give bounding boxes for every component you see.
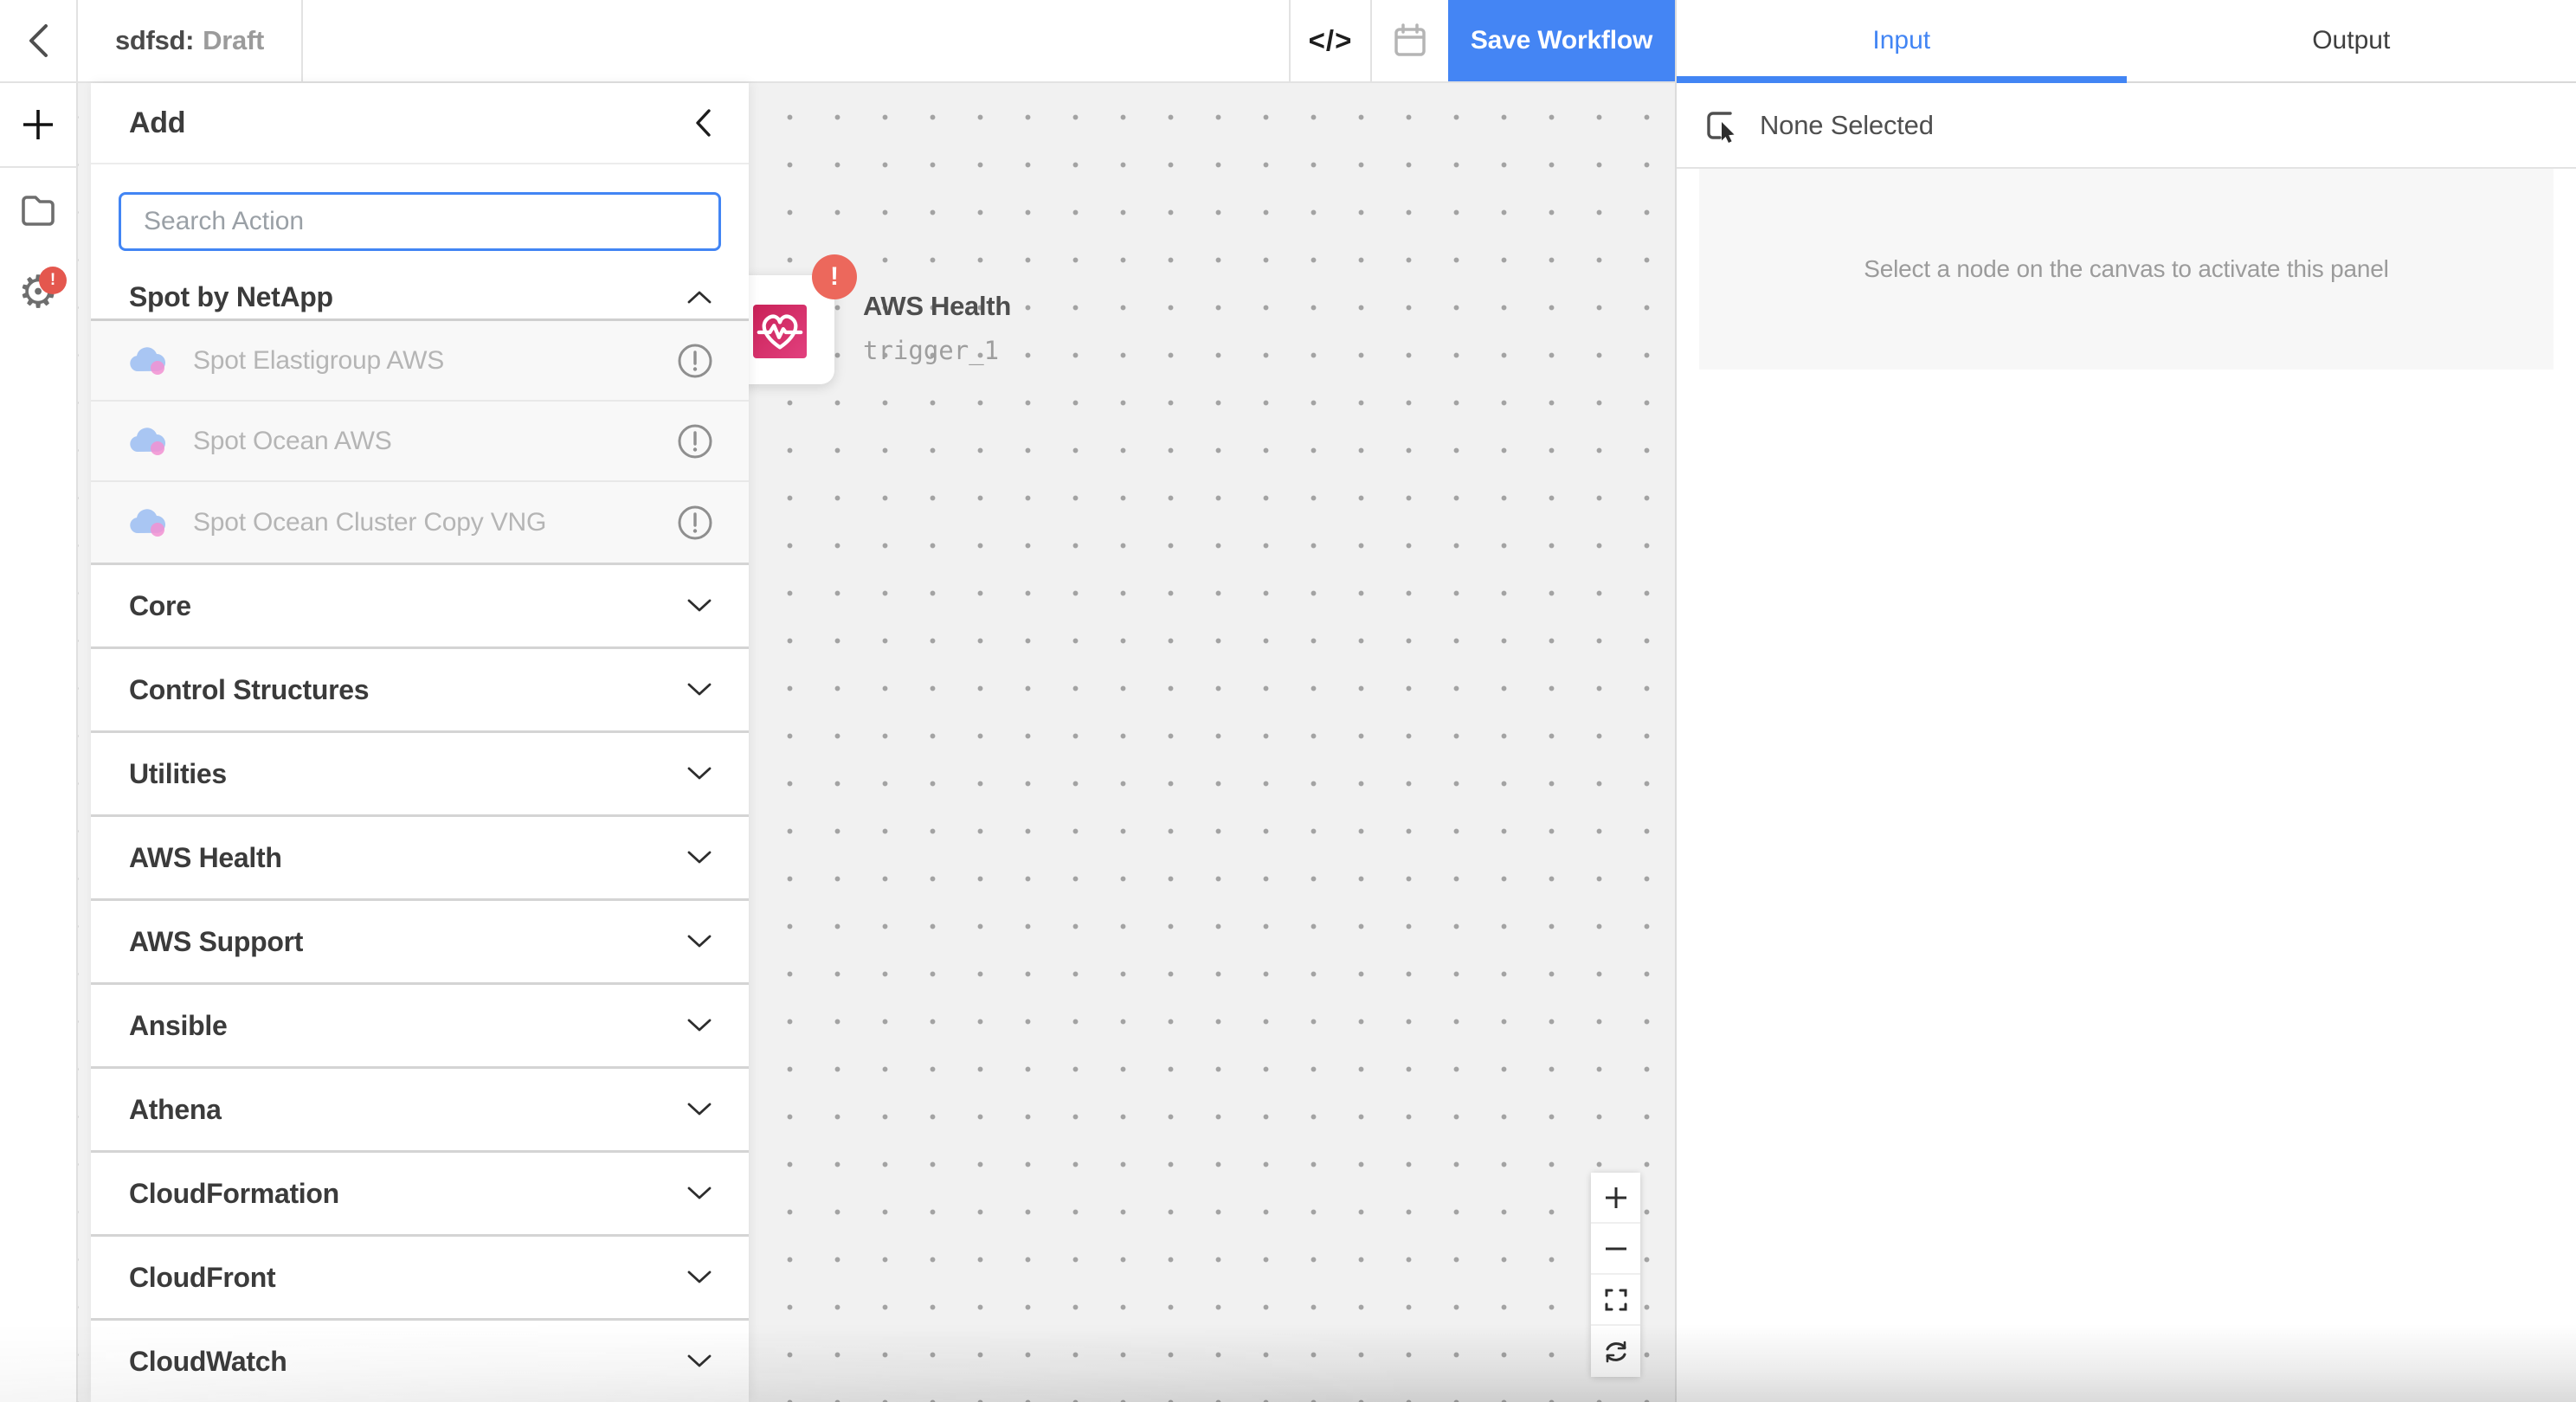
node-id: trigger_1 — [863, 336, 999, 365]
add-actions-panel: Add Spot by NetApp — [91, 83, 749, 1402]
section-aws-support[interactable]: AWS Support — [91, 898, 749, 982]
section-athena[interactable]: Athena — [91, 1066, 749, 1150]
section-title: Core — [129, 590, 191, 622]
minus-icon — [1603, 1236, 1629, 1262]
chevron-down-icon — [686, 1354, 712, 1369]
chevron-down-icon — [686, 1018, 712, 1033]
zoom-out-button[interactable] — [1591, 1224, 1640, 1275]
settings-alert-badge: ! — [39, 267, 67, 294]
save-workflow-button[interactable]: Save Workflow — [1448, 0, 1675, 81]
left-column: sdfsd: Draft </> Save Workflow — [0, 0, 1675, 1402]
section-title: AWS Health — [129, 842, 282, 874]
section-title: CloudFront — [129, 1262, 275, 1294]
list-item-spot-ocean-aws[interactable]: Spot Ocean AWS — [91, 402, 749, 482]
section-cloudfront[interactable]: CloudFront — [91, 1234, 749, 1318]
search-action-input[interactable] — [119, 192, 721, 251]
chevron-down-icon — [686, 934, 712, 949]
section-spot-by-netapp[interactable]: Spot by NetApp — [91, 275, 749, 318]
chevron-down-icon — [686, 1102, 712, 1117]
warning-circle-icon — [676, 342, 714, 380]
section-title: CloudWatch — [129, 1346, 287, 1378]
list-item-label: Spot Ocean AWS — [193, 427, 676, 456]
chevron-down-icon — [686, 1186, 712, 1201]
warning-circle-icon — [676, 504, 714, 542]
schedule-button[interactable] — [1370, 0, 1448, 81]
folder-icon — [19, 192, 57, 227]
plus-icon — [1603, 1185, 1629, 1211]
workflow-title: sdfsd: Draft — [78, 0, 303, 81]
section-title: Ansible — [129, 1010, 227, 1042]
list-item-label: Spot Elastigroup AWS — [193, 346, 676, 376]
workflows-folder-button[interactable] — [0, 168, 77, 251]
inspector-panel: Input Output None Selected Select a node… — [1675, 0, 2576, 1402]
workspace: ⚙ ! Add Spot — [0, 83, 1675, 1402]
add-panel-title: Add — [129, 106, 185, 140]
new-workflow-button[interactable] — [0, 83, 77, 166]
section-core[interactable]: Core — [91, 563, 749, 646]
workflow-canvas[interactable]: Add Spot by NetApp — [78, 83, 1675, 1402]
chevron-down-icon — [686, 598, 712, 614]
list-item-label: Spot Ocean Cluster Copy VNG — [193, 508, 676, 537]
tab-input[interactable]: Input — [1677, 0, 2127, 81]
empty-state-hint: Select a node on the canvas to activate … — [1864, 255, 2388, 283]
chevron-down-icon — [686, 1270, 712, 1285]
spot-cloud-icon — [129, 509, 169, 537]
calendar-icon — [1391, 22, 1429, 60]
canvas-zoom-controls — [1591, 1173, 1640, 1377]
section-utilities[interactable]: Utilities — [91, 730, 749, 814]
cursor-select-icon — [1703, 106, 1741, 145]
section-title: Athena — [129, 1094, 222, 1126]
workflow-status: Draft — [203, 25, 264, 56]
plus-icon — [21, 107, 55, 142]
section-title: Utilities — [129, 758, 227, 790]
node-aws-health[interactable]: ! — [734, 275, 834, 384]
fit-view-button[interactable] — [1591, 1275, 1640, 1326]
section-aws-health[interactable]: AWS Health — [91, 814, 749, 898]
code-view-button[interactable]: </> — [1289, 0, 1370, 81]
section-ansible[interactable]: Ansible — [91, 982, 749, 1066]
settings-button[interactable]: ⚙ ! — [0, 251, 77, 334]
refresh-icon — [1602, 1338, 1630, 1366]
section-cloudformation[interactable]: CloudFormation — [91, 1150, 749, 1234]
app-screen: sdfsd: Draft </> Save Workflow — [0, 0, 2576, 1402]
add-panel-header: Add — [91, 83, 749, 164]
tab-output[interactable]: Output — [2127, 0, 2576, 81]
spot-cloud-icon — [129, 347, 169, 375]
topbar-spacer — [303, 0, 1289, 81]
inspector-tabs: Input Output — [1677, 0, 2576, 83]
selection-status-text: None Selected — [1760, 110, 1934, 141]
search-wrap — [91, 164, 749, 275]
empty-state-box: Select a node on the canvas to activate … — [1699, 169, 2553, 370]
back-button[interactable] — [0, 0, 78, 81]
node-error-badge: ! — [812, 254, 857, 299]
active-tab-underline — [1677, 76, 2127, 83]
spot-cloud-icon — [129, 428, 169, 455]
section-title: CloudFormation — [129, 1178, 339, 1210]
spot-items-list: Spot Elastigroup AWS — [91, 318, 749, 563]
chevron-up-icon — [686, 289, 712, 305]
chevron-down-icon — [686, 850, 712, 865]
section-title: AWS Support — [129, 926, 303, 958]
chevron-down-icon — [686, 682, 712, 698]
section-cloudwatch[interactable]: CloudWatch — [91, 1318, 749, 1402]
aws-health-heart-pulse-icon — [753, 305, 807, 358]
zoom-in-button[interactable] — [1591, 1173, 1640, 1224]
node-title: AWS Health — [863, 291, 1011, 322]
fullscreen-icon — [1603, 1287, 1629, 1313]
list-item-spot-ocean-cluster-copy-vng[interactable]: Spot Ocean Cluster Copy VNG — [91, 482, 749, 563]
collapse-panel-button[interactable] — [693, 108, 712, 138]
section-title: Spot by NetApp — [129, 281, 333, 313]
workflow-name: sdfsd: — [115, 25, 194, 56]
chevron-left-icon — [693, 108, 712, 138]
section-title: Control Structures — [129, 674, 369, 706]
topbar: sdfsd: Draft </> Save Workflow — [0, 0, 1675, 83]
chevron-down-icon — [686, 766, 712, 781]
selection-status-row: None Selected — [1677, 83, 2576, 169]
icon-rail: ⚙ ! — [0, 83, 78, 1402]
section-control-structures[interactable]: Control Structures — [91, 646, 749, 730]
warning-circle-icon — [676, 422, 714, 460]
reset-view-button[interactable] — [1591, 1326, 1640, 1377]
back-chevron-icon — [27, 23, 49, 59]
list-item-spot-elastigroup-aws[interactable]: Spot Elastigroup AWS — [91, 321, 749, 402]
